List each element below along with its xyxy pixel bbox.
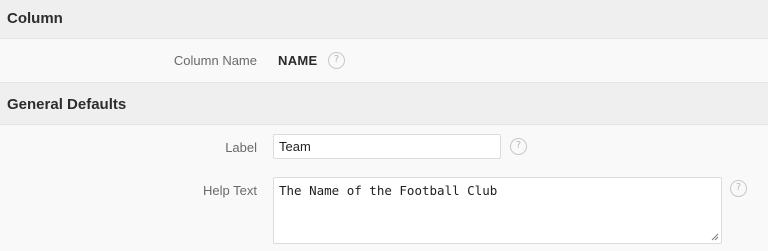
- help-text-value: The Name of the Football Club: [279, 183, 498, 198]
- general-defaults-section-header: General Defaults: [0, 82, 768, 125]
- help-icon[interactable]: ?: [328, 52, 345, 69]
- column-section-header: Column: [0, 0, 768, 39]
- column-name-label: Column Name: [173, 53, 257, 68]
- label-field-label: Label: [225, 140, 257, 155]
- column-name-row: Column Name NAME ?: [0, 39, 768, 82]
- label-help-icon[interactable]: ?: [510, 138, 527, 155]
- column-name-value: NAME: [278, 53, 318, 68]
- column-section-title: Column: [7, 10, 63, 27]
- help-text-help-icon[interactable]: ?: [730, 180, 747, 197]
- resize-handle-icon[interactable]: [711, 233, 719, 241]
- label-input[interactable]: Team: [273, 134, 501, 159]
- general-defaults-title: General Defaults: [7, 96, 127, 113]
- help-text-textarea[interactable]: The Name of the Football Club: [273, 177, 722, 244]
- general-defaults-body: Label Team ? Help Text The Name of the F…: [0, 125, 768, 251]
- help-text-field-label: Help Text: [203, 183, 257, 198]
